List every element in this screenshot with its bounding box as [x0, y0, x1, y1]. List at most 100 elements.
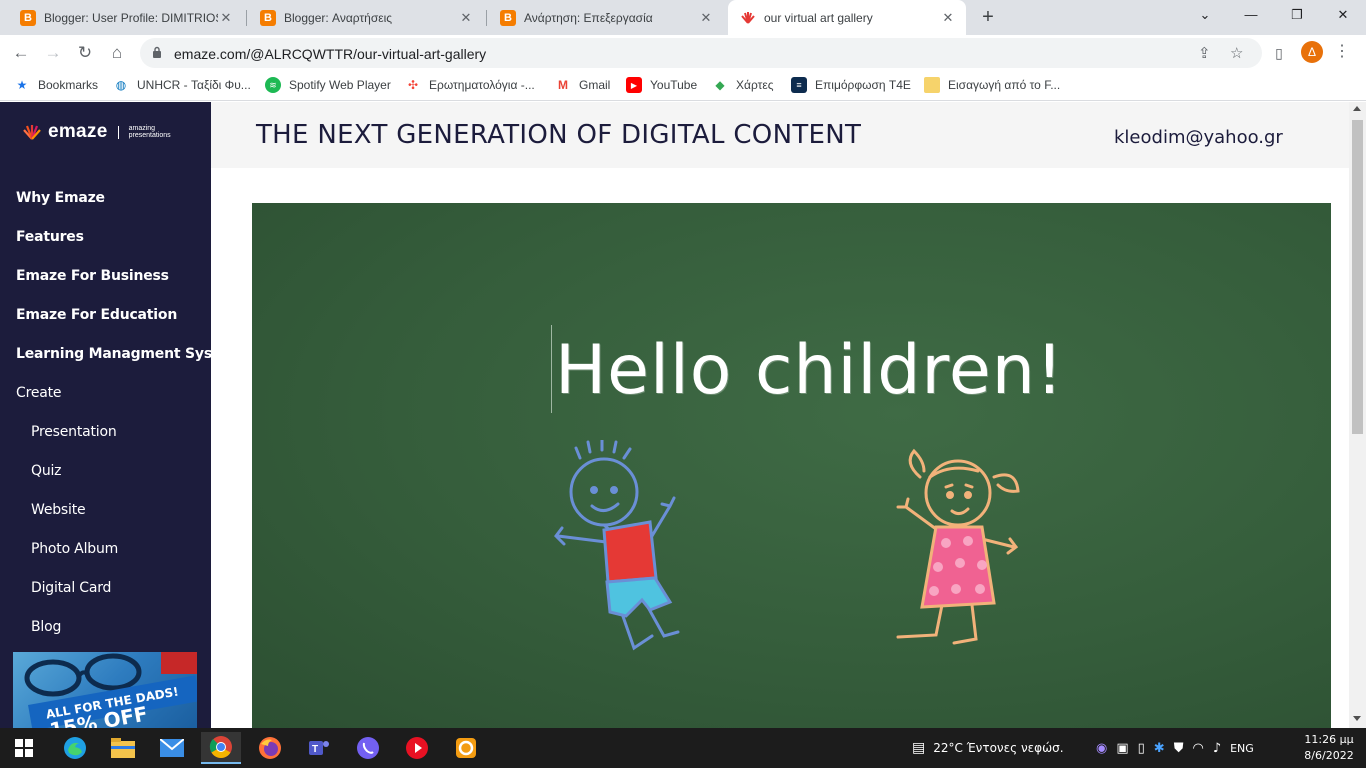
tab-search-icon[interactable]: ⌄ — [1182, 0, 1228, 30]
page-content: emaze amazing presentations Why Emaze Fe… — [0, 102, 1366, 728]
presentation-slide: Hello children! — [252, 203, 1331, 728]
usb-icon[interactable]: ▯ — [1138, 741, 1145, 756]
share-icon[interactable]: ⇪ — [1198, 44, 1211, 62]
girl-drawing — [896, 448, 1020, 645]
browser-toolbar: ← → ↻ ⌂ emaze.com/@ALRCQWTTR/our-virtual… — [0, 35, 1366, 70]
bookmark-spotify[interactable]: ≋ Spotify Web Player — [265, 76, 391, 94]
system-tray: ◉ ▣ ▯ ✱ ⛊ ◠ ♪ ENG — [1096, 728, 1254, 768]
unhcr-icon: ◍ — [115, 78, 127, 92]
logo-divider — [117, 125, 119, 139]
windows-start-icon[interactable] — [4, 732, 44, 764]
tab-blogger-edit[interactable]: B Ανάρτηση: Επεξεργασία ✕ — [488, 0, 724, 35]
bookmark-imported[interactable]: Εισαγωγή από το F... — [924, 76, 1060, 94]
blogger-icon: B — [20, 9, 36, 26]
back-icon[interactable]: ← — [8, 40, 34, 66]
emaze-logo[interactable]: emaze amazing presentations — [22, 121, 171, 142]
close-tab-icon[interactable]: ✕ — [218, 10, 234, 26]
page-scrollbar[interactable] — [1349, 102, 1366, 728]
logo-tagline-line2: presentations — [128, 132, 171, 139]
profile-avatar[interactable]: Δ — [1301, 41, 1323, 63]
scrollbar-thumb[interactable] — [1352, 120, 1363, 434]
viber-tray-icon[interactable]: ◉ — [1096, 741, 1107, 756]
teams-icon[interactable]: T — [299, 732, 339, 764]
nav-create-digital-card[interactable]: Digital Card — [31, 580, 111, 596]
tab-art-gallery[interactable]: our virtual art gallery ✕ — [728, 0, 966, 35]
nav-create-photo-album[interactable]: Photo Album — [31, 541, 118, 557]
photos-icon[interactable] — [446, 732, 486, 764]
viber-icon[interactable] — [348, 732, 388, 764]
firefox-icon[interactable] — [250, 732, 290, 764]
nav-create-presentation[interactable]: Presentation — [31, 424, 117, 440]
media-player-icon[interactable] — [397, 732, 437, 764]
bookmark-label: Εισαγωγή από το F... — [948, 78, 1061, 92]
bookmark-star-icon[interactable]: ☆ — [1230, 44, 1243, 62]
page-header: THE NEXT GENERATION OF DIGITAL CONTENT k… — [211, 102, 1349, 168]
bookmark-gmail[interactable]: M Gmail — [555, 76, 610, 94]
tab-strip: B Blogger: User Profile: DIMITRIOS ✕ B B… — [0, 0, 1366, 35]
nav-create-blog[interactable]: Blog — [31, 619, 61, 635]
menu-icon[interactable]: ⋮ — [1334, 41, 1350, 61]
wifi-icon[interactable]: ◠ — [1192, 741, 1203, 756]
bookmark-unhcr[interactable]: ◍ UNHCR - Ταξίδι Φυ... — [113, 76, 251, 94]
mail-icon[interactable] — [152, 732, 192, 764]
close-tab-icon[interactable]: ✕ — [698, 10, 714, 26]
bookmark-t4e[interactable]: ≡ Επιμόρφωση T4E — [791, 76, 911, 94]
nav-create-website[interactable]: Website — [31, 502, 86, 518]
close-tab-icon[interactable]: ✕ — [940, 10, 956, 26]
bookmark-label: Επιμόρφωση T4E — [815, 78, 911, 92]
boy-drawing — [554, 440, 680, 651]
edge-icon[interactable] — [55, 732, 95, 764]
close-tab-icon[interactable]: ✕ — [458, 10, 474, 26]
text-cursor — [551, 325, 552, 413]
tab-title: Ανάρτηση: Επεξεργασία — [524, 10, 653, 25]
file-explorer-icon[interactable] — [103, 732, 143, 764]
bluetooth-icon[interactable]: ✱ — [1154, 741, 1165, 756]
tab-divider — [246, 10, 247, 26]
teams-tray-icon[interactable]: ▣ — [1116, 741, 1128, 756]
nav-create[interactable]: Create — [16, 385, 62, 401]
user-email[interactable]: kleodim@yahoo.gr — [1114, 127, 1283, 148]
tab-title: Blogger: Αναρτήσεις — [284, 10, 393, 25]
nav-emaze-for-education[interactable]: Emaze For Education — [16, 307, 177, 323]
logo-tagline: amazing presentations — [129, 125, 171, 139]
bookmark-questionnaires[interactable]: ✣ Ερωτηματολόγια -... — [405, 76, 535, 94]
forward-icon[interactable]: → — [40, 40, 66, 66]
blogger-icon: B — [500, 9, 516, 26]
tab-title: our virtual art gallery — [764, 10, 873, 25]
nav-features[interactable]: Features — [16, 229, 84, 245]
emaze-logo-icon — [23, 125, 41, 140]
bookmark-maps[interactable]: ◆ Χάρτες — [712, 76, 773, 94]
side-panel-icon[interactable]: ▯ — [1266, 40, 1292, 66]
scroll-down-icon[interactable] — [1353, 716, 1361, 721]
address-bar[interactable]: emaze.com/@ALRCQWTTR/our-virtual-art-gal… — [140, 38, 1262, 68]
security-icon[interactable]: ⛊ — [1174, 741, 1184, 756]
minimize-icon[interactable]: — — [1228, 0, 1274, 30]
sidebar: emaze amazing presentations Why Emaze Fe… — [0, 102, 242, 728]
nav-why-emaze[interactable]: Why Emaze — [16, 190, 105, 206]
svg-text:T: T — [312, 744, 318, 755]
home-icon[interactable]: ⌂ — [104, 40, 130, 66]
clock[interactable]: 11:26 μμ 8/6/2022 — [1298, 732, 1360, 764]
tab-blogger-posts[interactable]: B Blogger: Αναρτήσεις ✕ — [248, 0, 484, 35]
bookmarks-bar: ★ Bookmarks ◍ UNHCR - Ταξίδι Φυ... ≋ Spo… — [0, 70, 1366, 101]
nav-learning-management-system[interactable]: Learning Managment System — [16, 346, 242, 362]
tab-blogger-profile[interactable]: B Blogger: User Profile: DIMITRIOS ✕ — [8, 0, 244, 35]
gmail-icon: M — [558, 78, 568, 92]
chrome-icon[interactable] — [201, 732, 241, 764]
promo-banner[interactable]: ALL FOR THE DADS! 15% OFF — [13, 652, 197, 728]
nav-emaze-for-business[interactable]: Emaze For Business — [16, 268, 169, 284]
bookmark-bookmarks[interactable]: ★ Bookmarks — [14, 76, 98, 94]
new-tab-button[interactable]: + — [976, 5, 1000, 29]
volume-icon[interactable]: ♪ — [1213, 741, 1221, 756]
restore-icon[interactable]: ❐ — [1274, 0, 1320, 30]
nav-create-quiz[interactable]: Quiz — [31, 463, 62, 479]
bookmark-youtube[interactable]: ▶ YouTube — [626, 76, 697, 94]
close-window-icon[interactable]: ✕ — [1320, 0, 1366, 30]
scroll-up-icon[interactable] — [1353, 106, 1361, 111]
clock-date: 8/6/2022 — [1304, 749, 1354, 762]
reload-icon[interactable]: ↻ — [72, 40, 98, 66]
bookmark-label: Spotify Web Player — [289, 78, 391, 92]
language-indicator[interactable]: ENG — [1230, 742, 1254, 755]
gift-bow-icon — [161, 652, 197, 674]
weather-widget[interactable]: ▤ 22°C Έντονες νεφώσ. — [912, 728, 1064, 768]
